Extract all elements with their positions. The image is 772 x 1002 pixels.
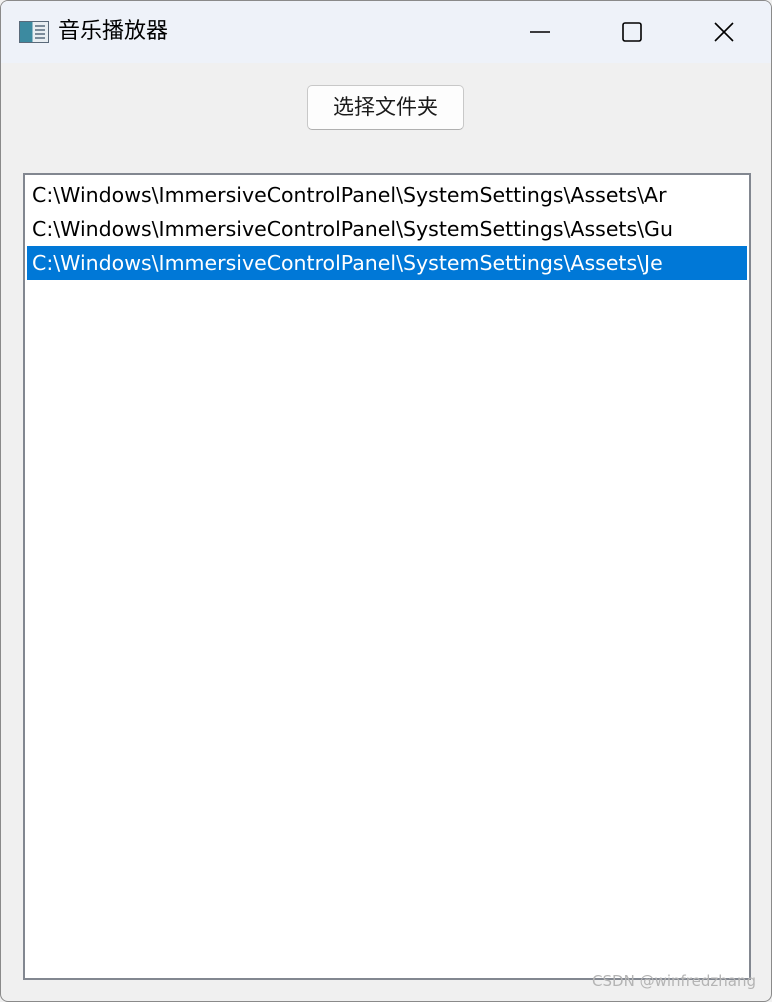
watermark: CSDN @winfredzhang	[592, 972, 756, 990]
close-icon	[714, 22, 734, 42]
app-icon	[19, 21, 49, 43]
select-folder-button[interactable]: 选择文件夹	[307, 85, 464, 130]
app-window: 音乐播放器 选择文件夹 C:\Windows\ImmersiveControlP…	[0, 0, 772, 1002]
window-title: 音乐播放器	[58, 19, 169, 44]
list-item[interactable]: C:\Windows\ImmersiveControlPanel\SystemS…	[27, 212, 747, 246]
minimize-icon	[530, 31, 550, 33]
list-item[interactable]: C:\Windows\ImmersiveControlPanel\SystemS…	[27, 178, 747, 212]
maximize-button[interactable]	[586, 1, 678, 63]
maximize-icon	[622, 22, 642, 42]
file-list[interactable]: C:\Windows\ImmersiveControlPanel\SystemS…	[23, 173, 751, 980]
title-bar[interactable]: 音乐播放器	[1, 1, 771, 63]
list-item-selected[interactable]: C:\Windows\ImmersiveControlPanel\SystemS…	[27, 246, 747, 280]
minimize-button[interactable]	[494, 1, 586, 63]
close-button[interactable]	[678, 1, 770, 63]
